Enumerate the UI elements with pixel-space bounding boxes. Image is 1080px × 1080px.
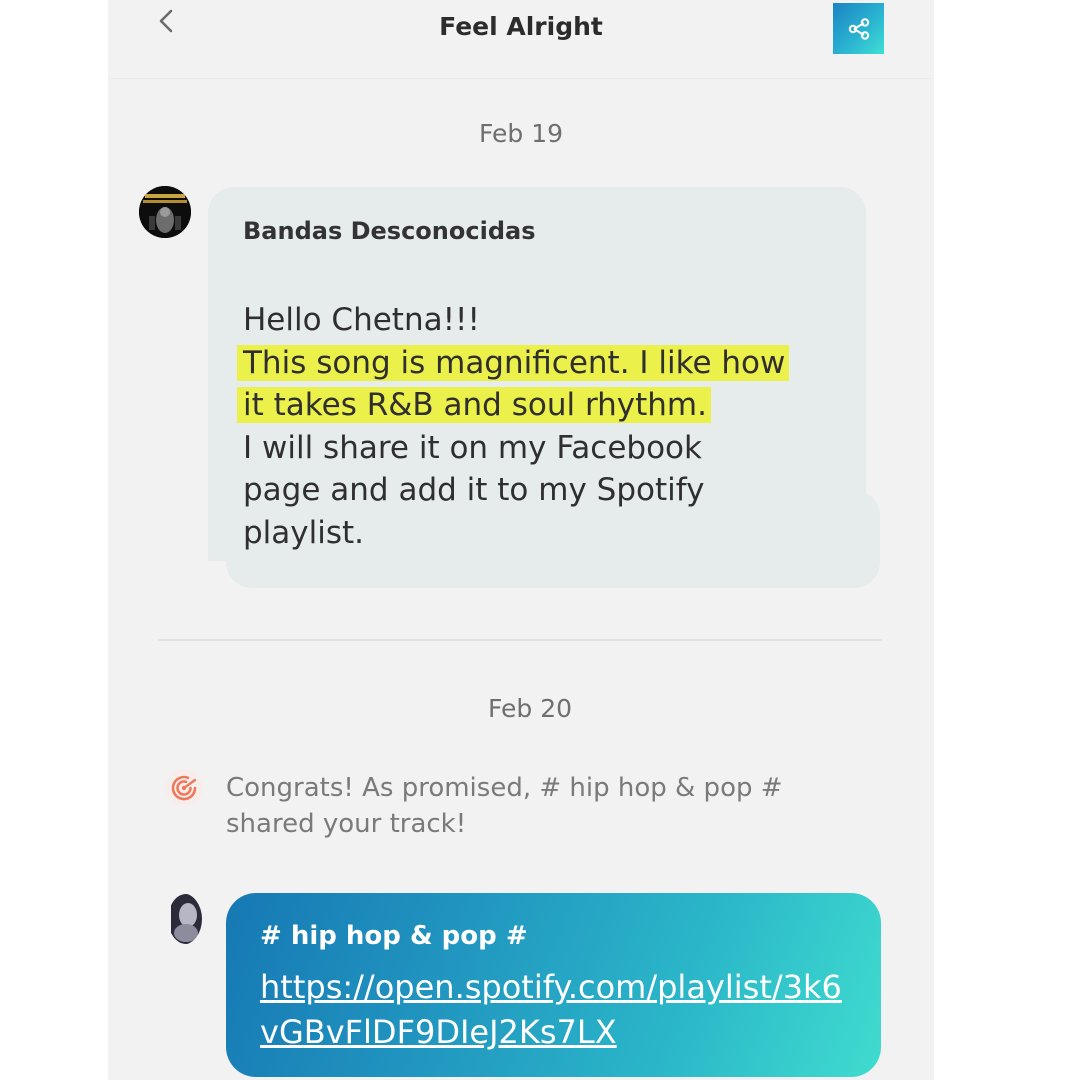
- page-title: Feel Alright: [439, 12, 603, 41]
- chat-screen: Feel Alright Feb 19 Bandas Desconocidas: [108, 0, 934, 1080]
- curator-avatar[interactable]: [162, 893, 202, 945]
- target-icon: [164, 768, 204, 808]
- playlist-link[interactable]: https://open.spotify.com/playlist/3k6vGB…: [260, 965, 860, 1055]
- message-line: Hello Chetna!!!: [243, 302, 480, 338]
- message-line-highlighted: it takes R&B and soul rhythm.: [237, 384, 853, 427]
- sender-name: Bandas Desconocidas: [243, 217, 536, 245]
- app-header: Feel Alright: [108, 0, 934, 79]
- message-text: Hello Chetna!!! This song is magnificent…: [237, 299, 853, 554]
- share-icon: [848, 17, 869, 40]
- playlist-name: # hip hop & pop #: [260, 921, 528, 951]
- message-line-highlighted: This song is magnificent. I like how: [237, 342, 853, 385]
- divider: [158, 639, 882, 641]
- shared-playlist-bubble: # hip hop & pop # https://open.spotify.c…: [226, 893, 881, 1077]
- highlight-mark: This song is magnificent. I like how: [237, 344, 790, 381]
- highlight-mark: it takes R&B and soul rhythm.: [237, 387, 711, 423]
- curator-photo-avatar: [162, 893, 202, 945]
- message-line: playlist.: [243, 514, 365, 551]
- band-logo-avatar: [139, 186, 191, 238]
- date-separator: Feb 19: [478, 119, 564, 148]
- avatar[interactable]: [139, 186, 191, 238]
- message-line: I will share it on my Facebook: [243, 429, 702, 466]
- system-notice-text: Congrats! As promised, # hip hop & pop #…: [226, 773, 783, 839]
- date-separator: Feb 20: [487, 694, 573, 723]
- message-bubble: Bandas Desconocidas Hello Chetna!!! This…: [208, 187, 866, 561]
- share-button[interactable]: [833, 3, 884, 54]
- message-line: page and add it to my Spotify: [243, 472, 705, 508]
